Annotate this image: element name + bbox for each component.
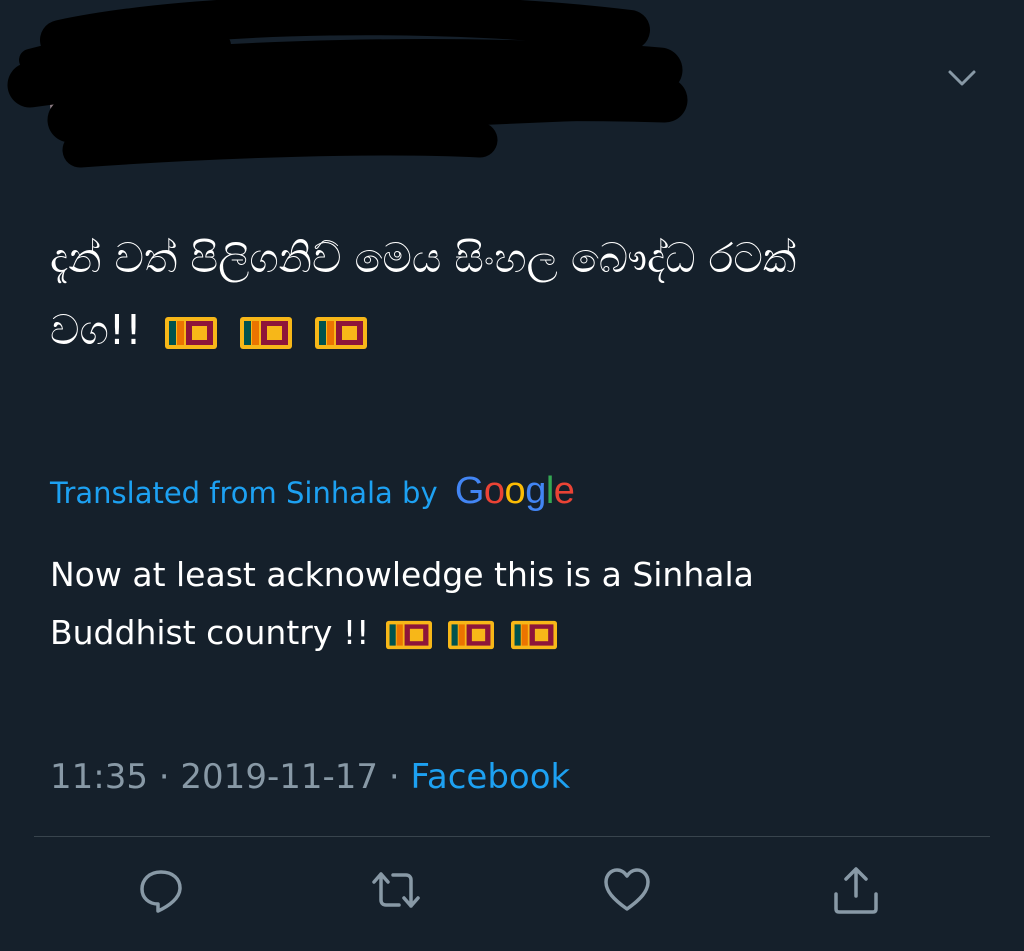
tweet-source-link[interactable]: Facebook: [410, 757, 570, 797]
google-logo: Google: [454, 470, 575, 512]
sri-lanka-flag-icon: [314, 317, 367, 349]
sri-lanka-flag-icon: [448, 620, 495, 649]
share-icon[interactable]: [826, 860, 886, 920]
tweet-header: [0, 0, 1024, 190]
translation-line2: Buddhist country !!: [50, 613, 370, 652]
retweet-icon[interactable]: [366, 860, 426, 920]
tweet-text-line1: දැන් වත් පිලිගනිව් මෙය සිංහල බෞද්ධ රටක්: [50, 234, 797, 282]
redaction-scribble: [7, 0, 688, 168]
sri-lanka-flag-icon: [164, 317, 217, 349]
translated-label: Translated from Sinhala by: [50, 476, 438, 510]
tweet-time: 11:35: [50, 757, 148, 797]
reply-icon[interactable]: [131, 860, 191, 920]
like-icon[interactable]: [597, 860, 657, 920]
action-bar: [0, 860, 1024, 930]
sri-lanka-flag-icon: [385, 620, 432, 649]
translation-attribution[interactable]: Translated from Sinhala by Google: [50, 468, 575, 516]
translated-text: Now at least acknowledge this is a Sinha…: [50, 546, 950, 662]
divider: [34, 836, 990, 837]
translation-line1: Now at least acknowledge this is a Sinha…: [50, 555, 754, 594]
meta-separator: ·: [388, 757, 400, 797]
tweet-text-line2: වග!!: [50, 306, 142, 354]
tweet-text: දැන් වත් පිලිගනිව් මෙය සිංහල බෞද්ධ රටක් …: [50, 222, 990, 366]
tweet-detail: දැන් වත් පිලිගනිව් මෙය සිංහල බෞද්ධ රටක් …: [0, 0, 1024, 951]
sri-lanka-flag-icon: [510, 620, 557, 649]
meta-separator: ·: [158, 757, 170, 797]
chevron-down-icon[interactable]: [942, 58, 982, 98]
tweet-meta: 11:35 · 2019-11-17 · Facebook: [50, 752, 570, 802]
tweet-date: 2019-11-17: [180, 757, 379, 797]
sri-lanka-flag-icon: [239, 317, 292, 349]
